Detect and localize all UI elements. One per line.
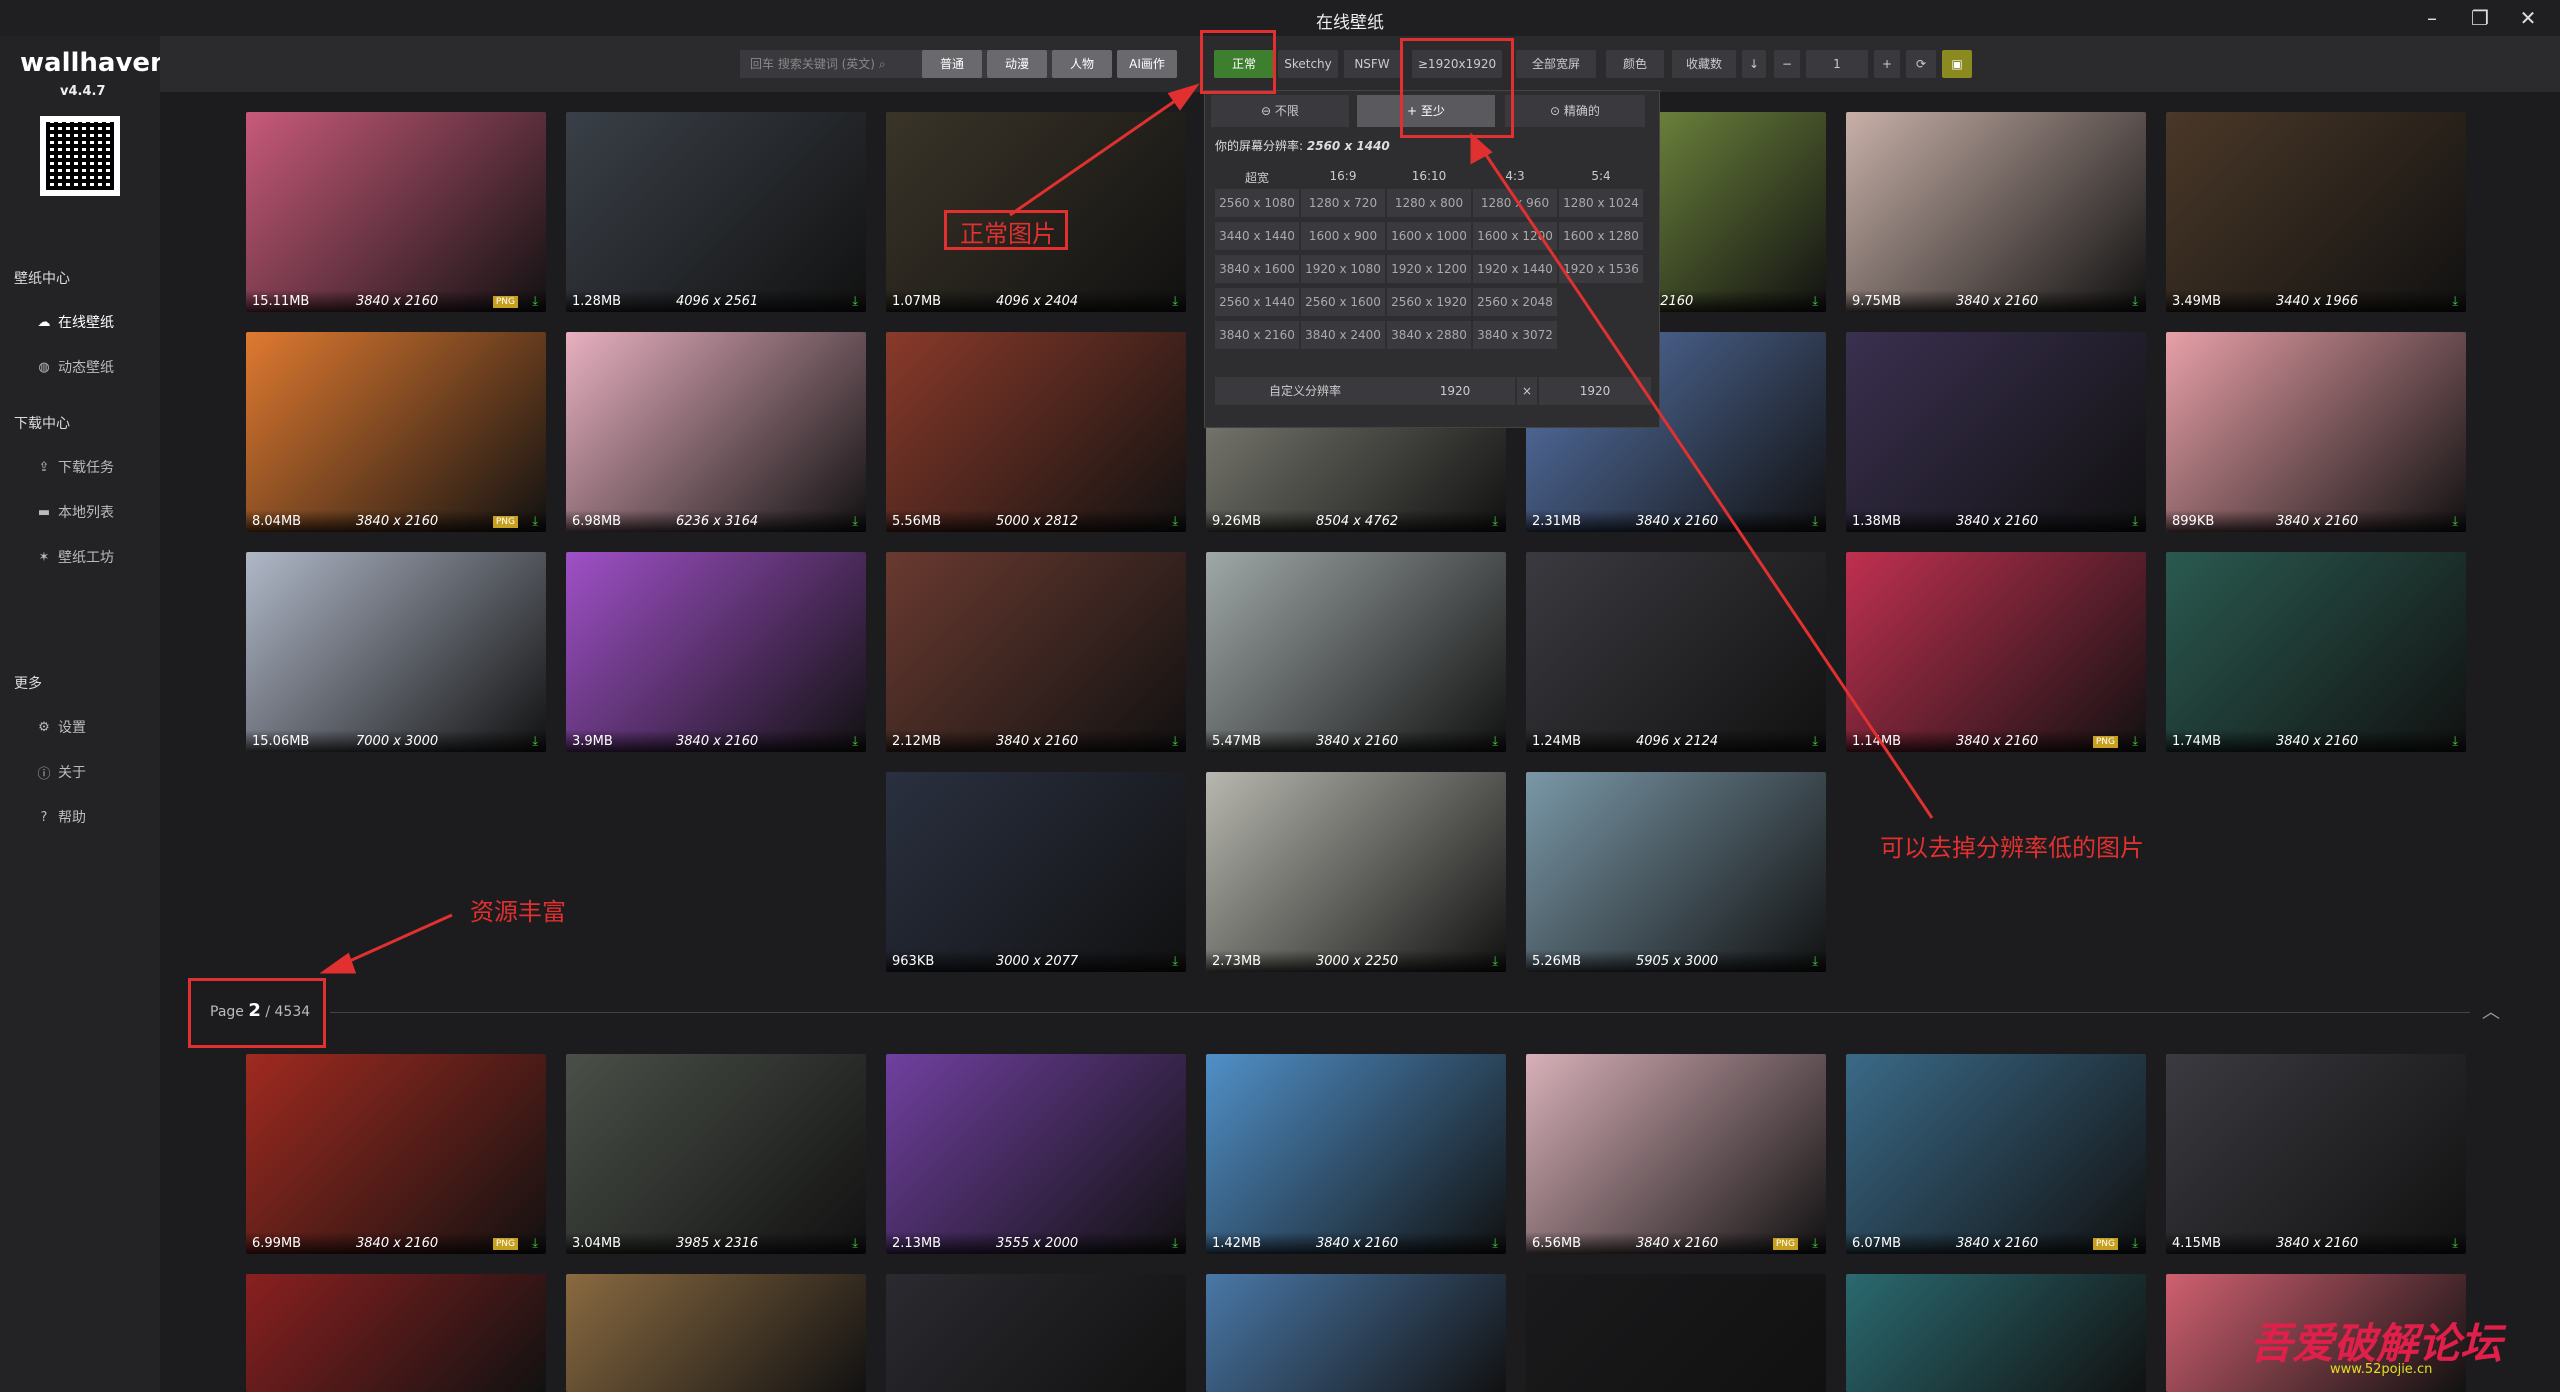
page-indicator: Page 2 / 4534: [210, 1000, 311, 1021]
arrow-normal: [1009, 90, 1189, 217]
arrow-rich: [333, 913, 453, 970]
arrow-resolution: [1478, 145, 1934, 819]
watermark-url: www.52pojie.cn: [2330, 1362, 2433, 1377]
arrowhead-rich: [319, 952, 357, 974]
collapse-icon[interactable]: ︿: [2482, 998, 2500, 1024]
page-divider: [330, 1012, 2470, 1013]
arrowhead-normal: [1167, 83, 1200, 111]
app-window: 在线壁纸 – ❐ ✕ wallhaven v4.4.7 壁纸中心 ☁ 在线壁纸 ◍ 动态…: [0, 0, 2560, 1392]
annotation-arrows: [319, 83, 1934, 974]
